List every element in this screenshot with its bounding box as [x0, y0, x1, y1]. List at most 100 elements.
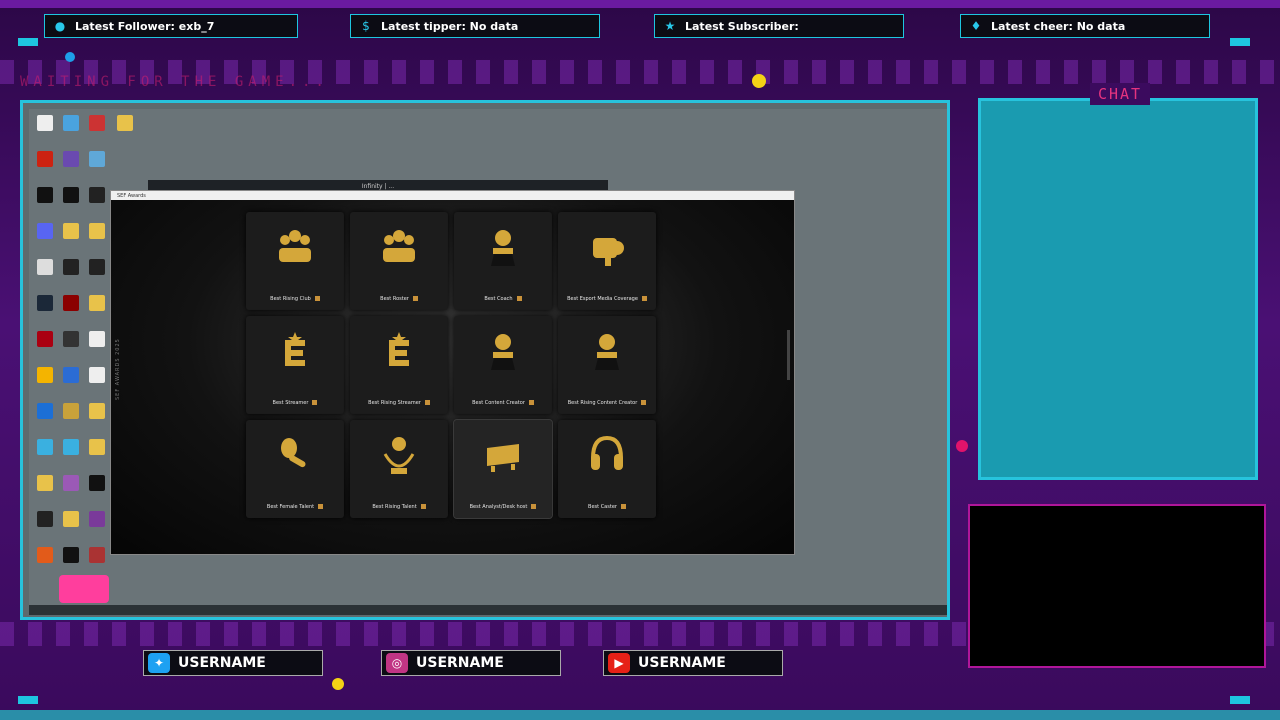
vote-checkbox[interactable]: [620, 504, 626, 509]
award-label: Best Coach: [454, 296, 552, 302]
frame-notch: [18, 38, 38, 46]
vote-checkbox[interactable]: [424, 400, 430, 405]
e-trophy-icon: [285, 332, 305, 366]
award-card[interactable]: Best Rising Club: [246, 212, 344, 310]
award-label-text: Best Rising Content Creator: [567, 400, 638, 406]
award-label: Best Content Creator: [454, 400, 552, 406]
vote-checkbox[interactable]: [641, 296, 647, 301]
decor-dot: [332, 678, 344, 690]
latest-cheer-box: ♦ Latest cheer: No data: [960, 14, 1210, 38]
vote-checkbox[interactable]: [528, 400, 534, 405]
award-card[interactable]: Best Content Creator: [454, 316, 552, 414]
decor-dot: [65, 52, 75, 62]
award-label: Best Streamer: [246, 400, 344, 406]
award-card[interactable]: Best Esport Media Coverage: [558, 212, 656, 310]
taskbar[interactable]: [29, 605, 947, 615]
award-card[interactable]: Best Roster: [350, 212, 448, 310]
award-label: Best Rising Streamer: [350, 400, 448, 406]
latest-follower-text: Latest Follower: exb_7: [75, 19, 215, 33]
app-titlebar[interactable]: SEF Awards: [111, 191, 794, 200]
award-label-text: Best Roster: [380, 296, 409, 302]
star-icon: ★: [664, 19, 676, 33]
award-label-text: Best Caster: [588, 504, 617, 510]
award-label-text: Best Esport Media Coverage: [567, 296, 638, 302]
award-card[interactable]: Best Female Talent: [246, 420, 344, 518]
award-label-text: Best Female Talent: [266, 504, 315, 510]
award-card[interactable]: Best Rising Content Creator: [558, 316, 656, 414]
vote-checkbox[interactable]: [420, 504, 426, 509]
vote-checkbox[interactable]: [312, 400, 318, 405]
camera-trophy-icon: [593, 238, 624, 266]
youtube-username: USERNAME: [638, 655, 726, 671]
mic-trophy-icon: [281, 438, 306, 468]
desk-trophy-icon: [487, 444, 519, 472]
twitter-username: USERNAME: [178, 655, 266, 671]
headset-trophy-icon: [591, 435, 623, 470]
award-label: Best Rising Talent: [350, 504, 448, 510]
frame-notch: [1230, 38, 1250, 46]
award-card[interactable]: Best Caster: [558, 420, 656, 518]
waiting-text: WAITING FOR THE GAME...: [20, 74, 329, 90]
person-trophy-icon: [491, 334, 515, 370]
app-body: SEF AWARDS 2025 Best Rising Club Best Ros…: [111, 200, 794, 554]
webcam-frame: [968, 504, 1266, 668]
award-label: Best Caster: [558, 504, 656, 510]
instagram-icon: ◎: [386, 653, 408, 673]
latest-tipper-text: Latest tipper: No data: [381, 19, 519, 33]
award-label-text: Best Coach: [484, 296, 513, 302]
award-card[interactable]: Best Rising Talent: [350, 420, 448, 518]
chat-title: CHAT: [1090, 83, 1150, 105]
award-card[interactable]: Best Coach: [454, 212, 552, 310]
latest-subscriber-text: Latest Subscriber:: [685, 19, 799, 33]
award-card[interactable]: Best Analyst/Desk host: [453, 419, 553, 519]
award-label-text: Best Rising Streamer: [368, 400, 421, 406]
award-label-text: Best Content Creator: [472, 400, 525, 406]
latest-tipper-box: $ Latest tipper: No data: [350, 14, 600, 38]
twitter-handle: ✦ USERNAME: [143, 650, 323, 676]
diamond-icon: ♦: [970, 19, 982, 33]
chat-panel: [978, 98, 1258, 480]
frame-notch: [1230, 696, 1250, 704]
instagram-username: USERNAME: [416, 655, 504, 671]
youtube-icon: ▶: [608, 653, 630, 673]
bottom-border: [0, 710, 1280, 720]
youtube-handle: ▶ USERNAME: [603, 650, 783, 676]
vote-checkbox[interactable]: [641, 400, 647, 405]
award-label-text: Best Streamer: [272, 400, 309, 406]
frame-notch: [18, 696, 38, 704]
user-icon: ●: [54, 19, 66, 33]
award-label: Best Rising Club: [246, 296, 344, 302]
vote-checkbox[interactable]: [314, 296, 320, 301]
laurel-trophy-icon: [383, 437, 415, 474]
award-label-text: Best Analyst/Desk host: [469, 504, 528, 510]
person-trophy-icon: [491, 230, 515, 266]
scrollbar[interactable]: [787, 330, 790, 380]
award-label: Best Rising Content Creator: [558, 400, 656, 406]
award-card[interactable]: Best Streamer: [246, 316, 344, 414]
awards-app-window[interactable]: SEF Awards SEF AWARDS 2025 Best Rising C…: [110, 190, 795, 555]
vote-checkbox[interactable]: [531, 504, 537, 509]
twitter-icon: ✦: [148, 653, 170, 673]
award-label-text: Best Rising Club: [270, 296, 311, 302]
decor-dot: [752, 74, 766, 88]
side-label: SEF AWARDS 2025: [115, 338, 121, 400]
dollar-icon: $: [362, 19, 370, 33]
latest-subscriber-box: ★ Latest Subscriber:: [654, 14, 904, 38]
group-trophy-icon: [383, 230, 415, 262]
vote-checkbox[interactable]: [412, 296, 418, 301]
award-label: Best Analyst/Desk host: [454, 504, 552, 510]
award-label: Best Roster: [350, 296, 448, 302]
award-card[interactable]: Best Rising Streamer: [350, 316, 448, 414]
award-label-text: Best Rising Talent: [372, 504, 417, 510]
award-label: Best Female Talent: [246, 504, 344, 510]
vote-checkbox[interactable]: [516, 296, 522, 301]
app-title: SEF Awards: [117, 192, 146, 199]
award-label: Best Esport Media Coverage: [558, 296, 656, 302]
vote-checkbox[interactable]: [318, 504, 324, 509]
instagram-handle: ◎ USERNAME: [381, 650, 561, 676]
decor-dot: [956, 440, 968, 452]
e-trophy-icon: [389, 332, 409, 366]
person-trophy-icon: [595, 334, 619, 370]
latest-cheer-text: Latest cheer: No data: [991, 19, 1126, 33]
group-trophy-icon: [279, 230, 311, 262]
